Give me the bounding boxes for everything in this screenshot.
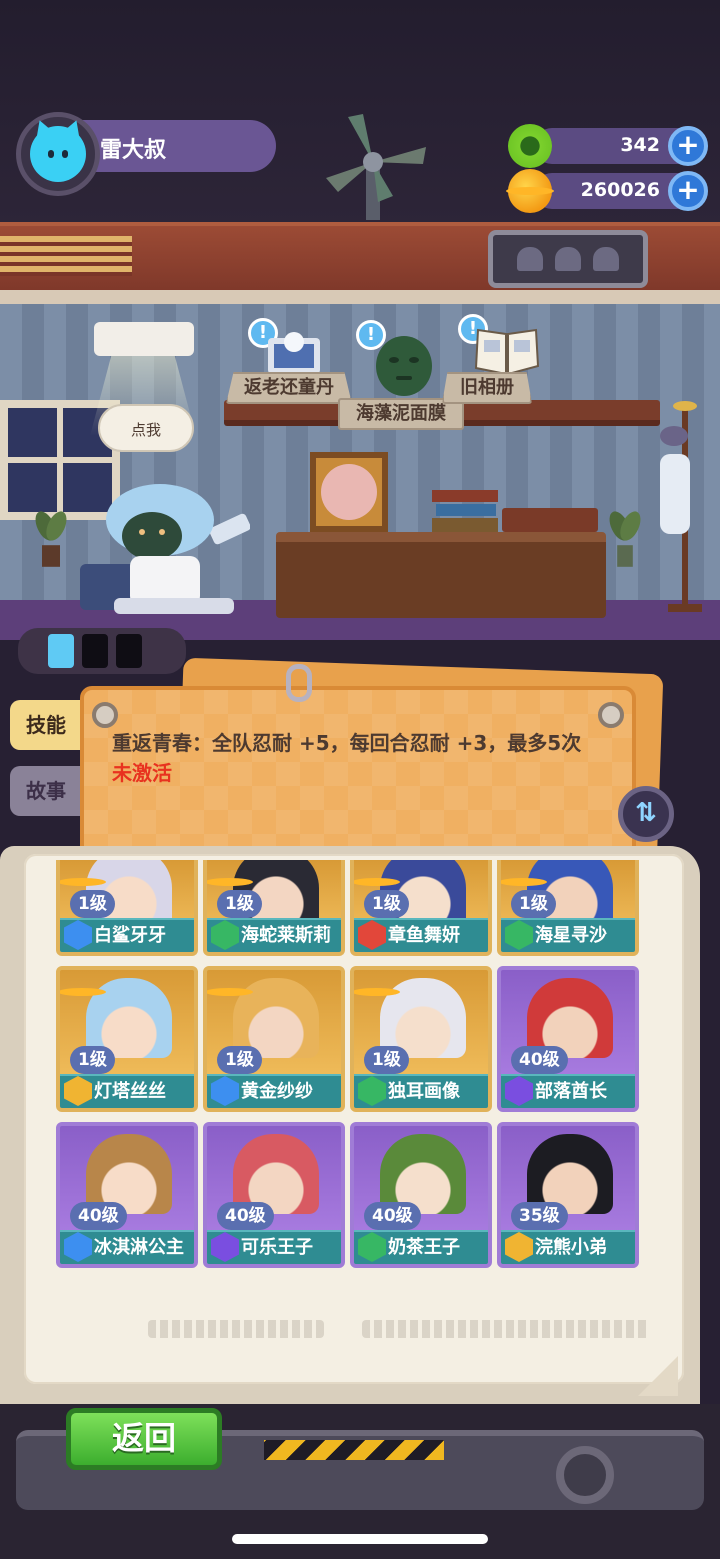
character-name: 章鱼舞妍 bbox=[388, 925, 460, 946]
blurred-text bbox=[362, 1320, 650, 1338]
green-gem-coin-icon bbox=[508, 124, 552, 168]
character-name: 白鲨牙牙 bbox=[94, 925, 166, 946]
gold-planet-coin-icon bbox=[506, 169, 554, 213]
hazard-stripe bbox=[264, 1440, 444, 1460]
character-card[interactable]: 1级海蛇莱斯莉 bbox=[203, 860, 345, 956]
player-name: 雷大叔 bbox=[100, 138, 167, 163]
ghost-icon bbox=[555, 247, 581, 271]
character-level: 1级 bbox=[217, 890, 262, 918]
vent-panel bbox=[0, 236, 132, 276]
character-card[interactable]: 1级海星寻沙 bbox=[497, 860, 639, 956]
character-level: 35级 bbox=[511, 1202, 568, 1230]
character-name: 可乐王子 bbox=[241, 1237, 313, 1258]
seaweed-mask-icon bbox=[376, 336, 432, 396]
character-card[interactable]: 40级部落酋长 bbox=[497, 966, 639, 1112]
battery-empty-icon bbox=[82, 634, 108, 668]
character-level: 40级 bbox=[364, 1202, 421, 1230]
character-card[interactable]: 40级奶茶王子 bbox=[350, 1122, 492, 1268]
character-card[interactable]: 1级章鱼舞妍 bbox=[350, 860, 492, 956]
rail bbox=[0, 290, 720, 304]
character-portrait bbox=[86, 978, 172, 1058]
swap-button[interactable]: ⇅ bbox=[618, 786, 674, 842]
character-name: 浣熊小弟 bbox=[535, 1237, 607, 1258]
character-name: 部落酋长 bbox=[535, 1081, 607, 1102]
picture-frame bbox=[310, 452, 388, 532]
add-gold-button[interactable]: + bbox=[668, 171, 708, 211]
character-name: 奶茶王子 bbox=[388, 1237, 460, 1258]
character-name: 独耳画像 bbox=[388, 1081, 460, 1102]
fan-icon bbox=[326, 114, 426, 220]
battery-full-icon bbox=[48, 634, 74, 668]
item-label-old-album[interactable]: 旧相册 bbox=[442, 372, 532, 404]
character-level: 1级 bbox=[70, 890, 115, 918]
cat-face-icon bbox=[30, 117, 86, 182]
item-label-rejuvenation-pill[interactable]: 返老还童丹 bbox=[226, 372, 352, 404]
character-card[interactable]: 35级浣熊小弟 bbox=[497, 1122, 639, 1268]
character-level: 40级 bbox=[217, 1202, 274, 1230]
character-card[interactable]: 1级独耳画像 bbox=[350, 966, 492, 1112]
pin-icon bbox=[598, 702, 624, 728]
character-name: 灯塔丝丝 bbox=[94, 1081, 166, 1102]
skill-text: 重返青春：全队忍耐 +5，每回合忍耐 +3，最多5次 bbox=[112, 731, 582, 755]
blurred-text bbox=[148, 1320, 324, 1338]
photo-album-icon bbox=[474, 328, 540, 376]
wooden-desk bbox=[276, 532, 606, 618]
gem-currency: 342 + bbox=[508, 124, 708, 168]
character-level: 1级 bbox=[217, 1046, 262, 1074]
character-card[interactable]: 1级黄金纱纱 bbox=[203, 966, 345, 1112]
ceiling-lamp-icon bbox=[94, 322, 194, 356]
player-avatar[interactable] bbox=[16, 112, 100, 196]
ghost-icon bbox=[517, 247, 543, 271]
name-bar bbox=[60, 1074, 194, 1108]
lighthouse-character[interactable] bbox=[70, 480, 250, 620]
potted-plant-icon bbox=[35, 511, 67, 567]
character-grid: 1级 白鲨牙牙 1级 海蛇莱斯莉 1级 章鱼舞妍 1级 海星寻沙 1级 灯塔丝丝 1级 黄金纱纱 1级独… bbox=[56, 860, 656, 1268]
battery-empty-icon bbox=[116, 634, 142, 668]
character-card[interactable]: 1级白鲨牙牙 bbox=[56, 860, 198, 956]
class-shield-icon bbox=[64, 1076, 92, 1106]
character-name: 海蛇莱斯莉 bbox=[241, 925, 331, 946]
tap-me-bubble[interactable]: 点我 bbox=[98, 404, 194, 452]
ghost-screen bbox=[488, 230, 648, 288]
character-card[interactable]: 40级冰淇淋公主 bbox=[56, 1122, 198, 1268]
skill-status: 未激活 bbox=[112, 761, 172, 785]
skill-description: 重返青春：全队忍耐 +5，每回合忍耐 +3，最多5次 未激活 bbox=[112, 728, 602, 788]
character-level: 1级 bbox=[70, 1046, 115, 1074]
paper-clip-icon bbox=[286, 664, 312, 702]
gold-currency: 260026 + bbox=[506, 169, 708, 213]
character-card[interactable]: 40级可乐王子 bbox=[203, 1122, 345, 1268]
gem-amount: 342 bbox=[620, 134, 660, 156]
ghost-icon bbox=[593, 247, 619, 271]
character-name: 冰淇淋公主 bbox=[94, 1237, 184, 1258]
character-name: 海星寻沙 bbox=[535, 925, 607, 946]
add-gem-button[interactable]: + bbox=[668, 126, 708, 166]
player-profile[interactable]: 雷大叔 bbox=[16, 112, 276, 196]
energy-battery-bar bbox=[18, 628, 186, 674]
book-stack bbox=[432, 490, 598, 532]
gear-icon bbox=[556, 1446, 614, 1504]
back-button[interactable]: 返回 bbox=[66, 1408, 222, 1470]
character-level: 40级 bbox=[511, 1046, 568, 1074]
home-indicator[interactable] bbox=[232, 1534, 488, 1544]
medicine-machine-icon bbox=[268, 332, 320, 374]
character-level: 1级 bbox=[364, 1046, 409, 1074]
character-level: 1级 bbox=[364, 890, 409, 918]
character-level: 1级 bbox=[511, 890, 556, 918]
character-name: 黄金纱纱 bbox=[241, 1081, 313, 1102]
potted-plant-icon bbox=[609, 511, 641, 567]
tab-skill[interactable]: 技能 bbox=[10, 700, 86, 750]
pin-icon bbox=[92, 702, 118, 728]
tab-story[interactable]: 故事 bbox=[10, 766, 86, 816]
coat-stand-icon bbox=[660, 401, 702, 612]
character-level: 40级 bbox=[70, 1202, 127, 1230]
gold-amount: 260026 bbox=[580, 179, 660, 201]
character-card[interactable]: 1级灯塔丝丝 bbox=[56, 966, 198, 1112]
